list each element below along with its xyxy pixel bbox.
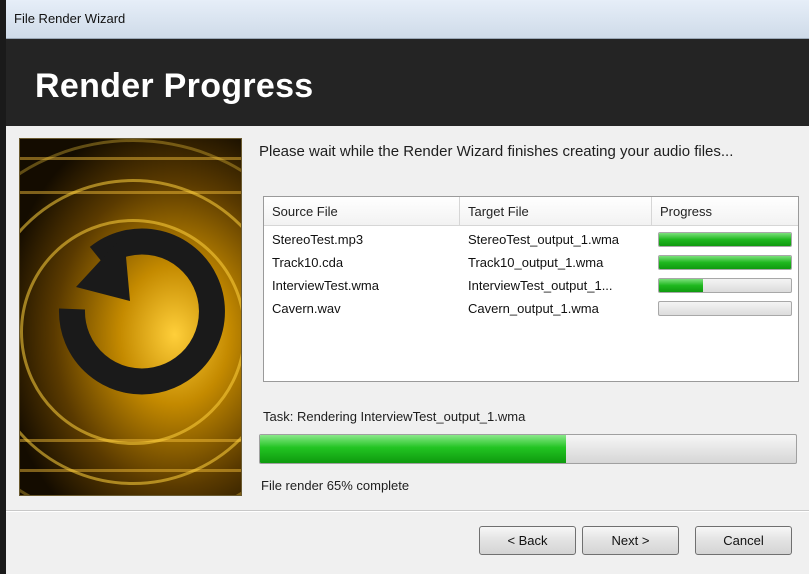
column-header-progress[interactable]: Progress bbox=[652, 197, 798, 226]
next-button[interactable]: Next > bbox=[582, 526, 679, 555]
column-header-source[interactable]: Source File bbox=[264, 197, 460, 226]
row-progress-bar bbox=[658, 232, 792, 247]
title-bar[interactable]: File Render Wizard bbox=[6, 0, 809, 39]
render-status-text: File render 65% complete bbox=[261, 478, 410, 493]
back-button[interactable]: < Back bbox=[479, 526, 576, 555]
footer-divider bbox=[6, 510, 809, 512]
wizard-header: Render Progress bbox=[6, 39, 809, 126]
wizard-side-image bbox=[19, 138, 242, 496]
target-file-cell: InterviewTest_output_1... bbox=[468, 278, 613, 293]
window-title: File Render Wizard bbox=[14, 11, 126, 26]
source-file-cell: Track10.cda bbox=[272, 255, 344, 270]
target-file-cell: StereoTest_output_1.wma bbox=[468, 232, 620, 247]
refresh-arrow-icon bbox=[58, 228, 225, 395]
source-file-cell: StereoTest.mp3 bbox=[272, 232, 364, 247]
target-file-cell: Cavern_output_1.wma bbox=[468, 301, 599, 316]
overall-progress-bar bbox=[259, 434, 797, 464]
target-file-cell: Track10_output_1.wma bbox=[468, 255, 604, 270]
source-file-cell: InterviewTest.wma bbox=[272, 278, 379, 293]
page-title: Render Progress bbox=[35, 67, 314, 105]
row-progress-bar bbox=[658, 278, 792, 293]
task-label: Task: Rendering InterviewTest_output_1.w… bbox=[263, 409, 526, 424]
file-list[interactable]: Source File Target File Progress StereoT… bbox=[263, 196, 799, 382]
instruction-text: Please wait while the Render Wizard fini… bbox=[259, 143, 734, 160]
column-header-target[interactable]: Target File bbox=[460, 197, 652, 226]
cancel-button[interactable]: Cancel bbox=[695, 526, 792, 555]
source-file-cell: Cavern.wav bbox=[272, 301, 341, 316]
render-wizard-window: File Render Wizard Render Progress Pleas… bbox=[6, 0, 809, 574]
row-progress-bar bbox=[658, 301, 792, 316]
row-progress-bar bbox=[658, 255, 792, 270]
